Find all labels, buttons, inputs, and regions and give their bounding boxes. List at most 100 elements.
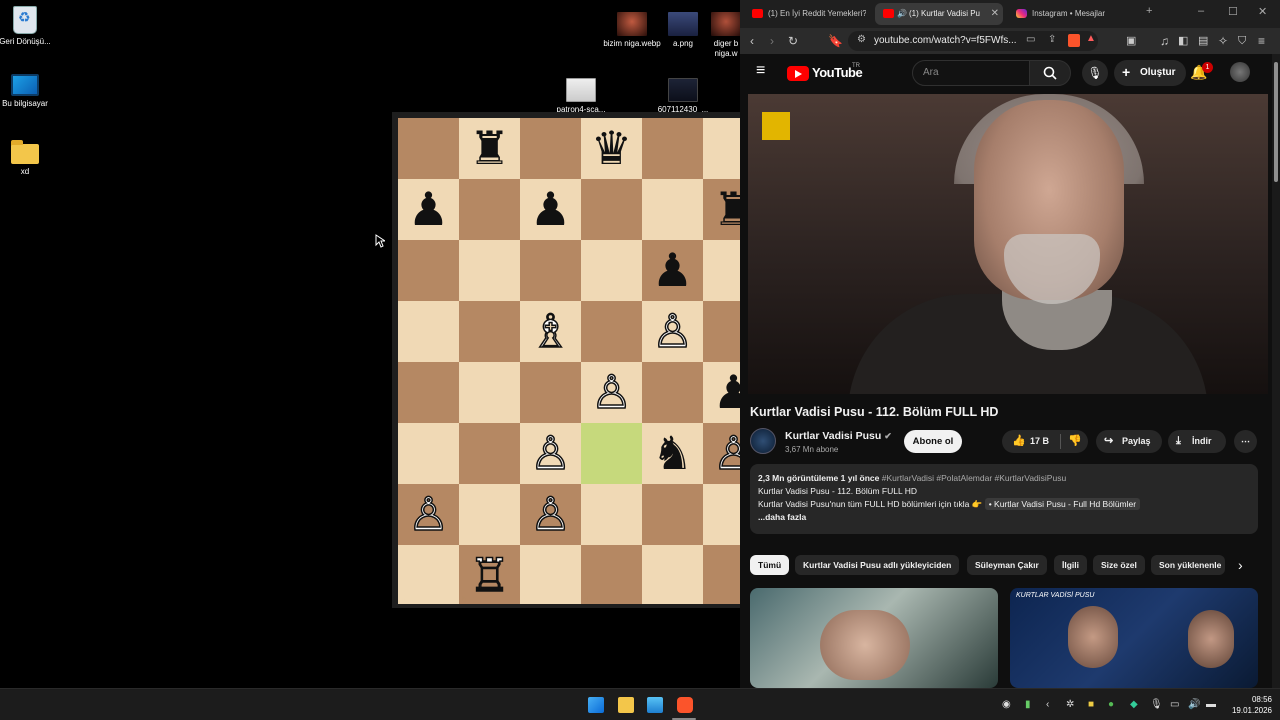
chip-suleyman[interactable]: Süleyman Çakır — [967, 555, 1047, 575]
desktop-icon-recycle-bin[interactable]: Geri Dönüşü... — [0, 6, 57, 47]
desktop-file-607112430[interactable]: 607112430_... — [651, 78, 715, 115]
related-video-thumbnail-1[interactable] — [750, 588, 998, 688]
playlist-link[interactable]: • Kurtlar Vadisi Pusu - Full Hd Bölümler — [984, 498, 1141, 510]
more-actions-button[interactable]: ⋯ — [1234, 430, 1257, 453]
chess-piece-white-a2[interactable]: ♙ — [398, 484, 459, 545]
menu-icon[interactable]: ≡ — [1258, 33, 1265, 49]
forward-icon[interactable]: › — [770, 33, 774, 49]
chess-square-d7[interactable] — [581, 179, 642, 240]
desktop-icon-this-pc[interactable]: Bu bilgisayar — [0, 74, 57, 109]
chess-square-b6[interactable] — [459, 240, 520, 301]
vpn-icon[interactable]: ⛉ — [1238, 33, 1246, 49]
clock[interactable]: 08:56 19.01.2026 — [1226, 694, 1272, 716]
chess-square-a8[interactable] — [398, 118, 459, 179]
voice-search-button[interactable]: 🎙 — [1082, 60, 1108, 86]
chess-piece-black-d8[interactable]: ♛ — [581, 118, 642, 179]
subscribe-button[interactable]: Abone ol — [904, 430, 962, 453]
chess-square-e8[interactable] — [642, 118, 703, 179]
tab-instagram[interactable]: Instagram • Mesajlar — [1008, 3, 1136, 25]
chess-piece-white-d4[interactable]: ♙ — [581, 362, 642, 423]
youtube-logo-icon[interactable] — [787, 66, 809, 81]
start-menu-icon[interactable] — [588, 697, 604, 713]
chess-square-d3[interactable] — [581, 423, 642, 484]
media-icon[interactable]: ♫ — [1160, 33, 1169, 49]
chess-square-a4[interactable] — [398, 362, 459, 423]
chess-square-c1[interactable] — [520, 545, 581, 604]
tab-reddit-yemekleri[interactable]: (1) En İyi Reddit Yemekleri? — [744, 3, 866, 25]
chess-square-a1[interactable] — [398, 545, 459, 604]
tray-app-icon[interactable]: ✲ — [1066, 699, 1074, 710]
chips-next-icon[interactable]: › — [1238, 557, 1243, 573]
show-more-link[interactable]: ...daha fazla — [758, 512, 806, 522]
leo-ai-icon[interactable]: ✧ — [1218, 33, 1228, 49]
create-button[interactable]: + Oluştur — [1114, 60, 1186, 86]
tray-app-icon[interactable]: ◉ — [1002, 699, 1011, 710]
avatar[interactable] — [1230, 62, 1250, 82]
back-icon[interactable]: ‹ — [750, 33, 754, 49]
chess-piece-black-e6[interactable]: ♟ — [642, 240, 703, 301]
tray-app-icon[interactable]: ■ — [1088, 699, 1094, 710]
chip-for-you[interactable]: Size özel — [1093, 555, 1145, 575]
reader-mode-icon[interactable]: ▣ — [1126, 33, 1136, 49]
brave-browser-icon[interactable] — [677, 697, 693, 713]
desktop-icon-folder-xd[interactable]: xd — [0, 140, 57, 177]
close-window-icon[interactable]: ✕ — [1258, 5, 1267, 18]
download-button[interactable]: ⤓ İndir — [1168, 430, 1226, 453]
close-tab-icon[interactable]: ✕ — [991, 3, 999, 25]
scrollbar[interactable] — [1272, 54, 1280, 688]
chess-square-b3[interactable] — [459, 423, 520, 484]
chess-square-f2[interactable] — [703, 484, 740, 545]
chess-square-e1[interactable] — [642, 545, 703, 604]
video-player[interactable] — [748, 94, 1268, 394]
volume-icon[interactable]: 🔊 — [1188, 699, 1200, 710]
reload-icon[interactable]: ↻ — [788, 33, 798, 49]
channel-avatar[interactable] — [750, 428, 776, 454]
chess-piece-white-b1[interactable]: ♖ — [459, 545, 520, 604]
hashtags[interactable]: #KurtlarVadisi #PolatAlemdar #KurtlarVad… — [882, 473, 1066, 483]
chess-piece-black-b8[interactable]: ♜ — [459, 118, 520, 179]
battery-icon[interactable]: ▬ — [1206, 699, 1216, 710]
desktop-file-patron4[interactable]: patron4-sca... — [549, 78, 613, 115]
cast-icon[interactable]: ▭ — [1026, 34, 1035, 45]
rewards-icon[interactable]: ▲ — [1086, 33, 1096, 44]
tab-kurtlar-vadisi[interactable]: 🔊 (1) Kurtlar Vadisi Pu ✕ — [875, 3, 1003, 25]
chess-square-e2[interactable] — [642, 484, 703, 545]
description-box[interactable]: 2,3 Mn görüntüleme 1 yıl önce #KurtlarVa… — [750, 464, 1258, 534]
chess-square-f1[interactable] — [703, 545, 740, 604]
chess-piece-white-c3[interactable]: ♙ — [520, 423, 581, 484]
chess-square-e4[interactable] — [642, 362, 703, 423]
chip-recent[interactable]: Son yüklenenle — [1151, 555, 1225, 575]
chess-square-e7[interactable] — [642, 179, 703, 240]
site-info-icon[interactable]: ⚙ — [857, 34, 866, 45]
like-count[interactable]: 17 B — [1030, 430, 1049, 453]
chess-square-c6[interactable] — [520, 240, 581, 301]
scrollbar-thumb[interactable] — [1274, 62, 1278, 182]
chess-square-d5[interactable] — [581, 301, 642, 362]
microphone-tray-icon[interactable]: 🎙 — [1150, 699, 1163, 710]
chess-piece-white-c2[interactable]: ♙ — [520, 484, 581, 545]
chess-board[interactable]: a b c d e f ♜ ♛ ♟ ♟ ♜ ♟ ♗ ♙ ♙ ♟ ♙ ♞ ♙ ♙ ♙ ♖ — [398, 118, 740, 604]
share-button[interactable]: ↪ Paylaş — [1096, 430, 1162, 453]
like-icon[interactable]: 👍 — [1012, 430, 1026, 453]
channel-name[interactable]: Kurtlar Vadisi Pusu ✔ — [785, 430, 892, 442]
chess-square-d6[interactable] — [581, 240, 642, 301]
chess-square-b2[interactable] — [459, 484, 520, 545]
chess-square-f5[interactable] — [703, 301, 740, 362]
chess-piece-white-f3[interactable]: ♙ — [703, 423, 740, 484]
photos-icon[interactable] — [647, 697, 663, 713]
tray-app-icon[interactable]: ● — [1108, 699, 1114, 710]
minimize-icon[interactable]: – — [1198, 5, 1204, 17]
maximize-icon[interactable]: ☐ — [1228, 5, 1238, 18]
chess-square-b7[interactable] — [459, 179, 520, 240]
chess-piece-black-e3[interactable]: ♞ — [642, 423, 703, 484]
chess-square-c8[interactable] — [520, 118, 581, 179]
brave-shields-icon[interactable] — [1068, 34, 1080, 47]
chess-square-f6[interactable] — [703, 240, 740, 301]
new-tab-icon[interactable]: + — [1146, 5, 1152, 17]
chess-square-d1[interactable] — [581, 545, 642, 604]
chess-piece-black-f7[interactable]: ♜ — [703, 179, 740, 240]
chess-piece-white-c5[interactable]: ♗ — [520, 301, 581, 362]
chess-piece-black-a7[interactable]: ♟ — [398, 179, 459, 240]
tray-app-icon[interactable]: ▮ — [1025, 699, 1031, 710]
network-icon[interactable]: ▭ — [1170, 699, 1179, 710]
